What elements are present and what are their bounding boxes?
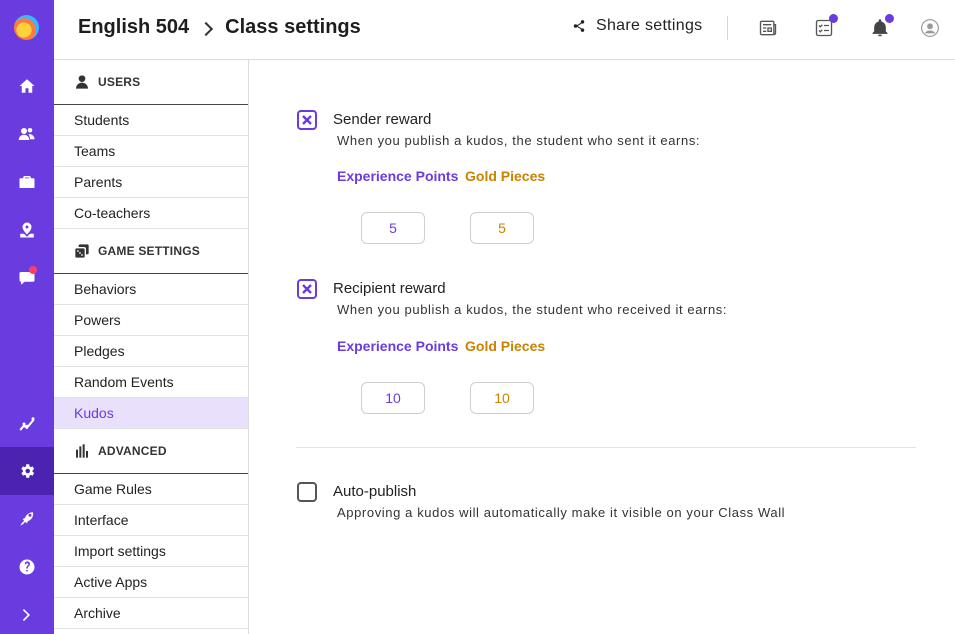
sender-gp-label: Gold Pieces [465,168,546,184]
sidebar-item-archive[interactable]: Archive [54,598,248,629]
share-icon [573,20,585,32]
bell-icon[interactable] [869,14,894,39]
x-icon [302,284,312,294]
auto-publish-title: Auto-publish [333,483,417,500]
chevron-right-icon[interactable] [0,591,54,634]
section-title: USERS [98,75,141,89]
breadcrumb-course[interactable]: English 504 [78,16,189,39]
sidebar-item-teams[interactable]: Teams [54,136,248,167]
recipient-reward-description: When you publish a kudos, the student wh… [337,302,728,317]
help-icon[interactable] [0,543,54,591]
settings-sidebar: USERS Students Teams Parents Co-teachers… [54,60,249,634]
sidebar-item-game-rules[interactable]: Game Rules [54,474,248,505]
page-title: Class settings [225,16,361,38]
chart-icon[interactable] [0,400,54,448]
sidebar-item-powers[interactable]: Powers [54,305,248,336]
recipient-reward-title: Recipient reward [333,280,446,297]
header-divider [727,16,728,40]
sidebar-item-students[interactable]: Students [54,105,248,136]
auto-publish-checkbox[interactable] [297,482,317,502]
share-settings-label: Share settings [596,17,703,34]
briefcase-icon[interactable] [0,158,54,206]
chat-icon[interactable] [0,254,54,302]
top-header: English 504 Class settings Share setting… [54,0,955,60]
gear-icon[interactable] [0,447,54,495]
sidebar-item-co-teachers[interactable]: Co-teachers [54,198,248,229]
recipient-xp-input[interactable]: 10 [361,382,425,414]
user-icon [76,75,88,89]
notification-dot [29,266,37,274]
sender-reward-checkbox[interactable] [297,110,317,130]
sidebar-item-behaviors[interactable]: Behaviors [54,274,248,305]
checklist-icon[interactable] [813,14,838,39]
map-icon[interactable] [0,206,54,254]
sidebar-item-kudos[interactable]: Kudos [54,398,248,429]
kudos-settings-panel: Sender reward When you publish a kudos, … [249,60,955,634]
section-header-game-settings: GAME SETTINGS [54,229,248,274]
sidebar-item-pledges[interactable]: Pledges [54,336,248,367]
rocket-icon[interactable] [0,495,54,543]
breadcrumb: English 504 Class settings [78,16,361,39]
recipient-xp-label: Experience Points [337,338,459,354]
sidebar-item-interface[interactable]: Interface [54,505,248,536]
section-title: ADVANCED [98,444,167,458]
chevron-right-icon [199,21,214,36]
sidebar-item-parents[interactable]: Parents [54,167,248,198]
bar-chart-icon [76,444,88,458]
section-divider [296,447,916,448]
news-icon[interactable] [757,17,779,39]
sender-xp-input[interactable]: 5 [361,212,425,244]
sender-gp-input[interactable]: 5 [470,212,534,244]
sidebar-item-active-apps[interactable]: Active Apps [54,567,248,598]
dice-icon [75,244,89,258]
sidebar-item-import-settings[interactable]: Import settings [54,536,248,567]
recipient-gp-label: Gold Pieces [465,338,546,354]
home-icon[interactable] [0,62,54,110]
avatar[interactable] [919,17,941,39]
sender-xp-label: Experience Points [337,168,459,184]
sender-reward-title: Sender reward [333,111,432,128]
recipient-reward-checkbox[interactable] [297,279,317,299]
notification-badge [829,14,838,23]
sidebar-item-random-events[interactable]: Random Events [54,367,248,398]
left-rail [0,0,54,634]
notification-badge [885,14,894,23]
section-header-users: USERS [54,60,248,105]
users-icon[interactable] [0,110,54,158]
x-icon [302,115,312,125]
section-title: GAME SETTINGS [98,244,200,258]
section-header-advanced: ADVANCED [54,429,248,474]
share-settings-button[interactable]: Share settings [572,17,702,35]
logo-icon[interactable] [14,15,39,40]
sender-reward-description: When you publish a kudos, the student wh… [337,133,701,148]
recipient-gp-input[interactable]: 10 [470,382,534,414]
auto-publish-description: Approving a kudos will automatically mak… [337,505,786,520]
